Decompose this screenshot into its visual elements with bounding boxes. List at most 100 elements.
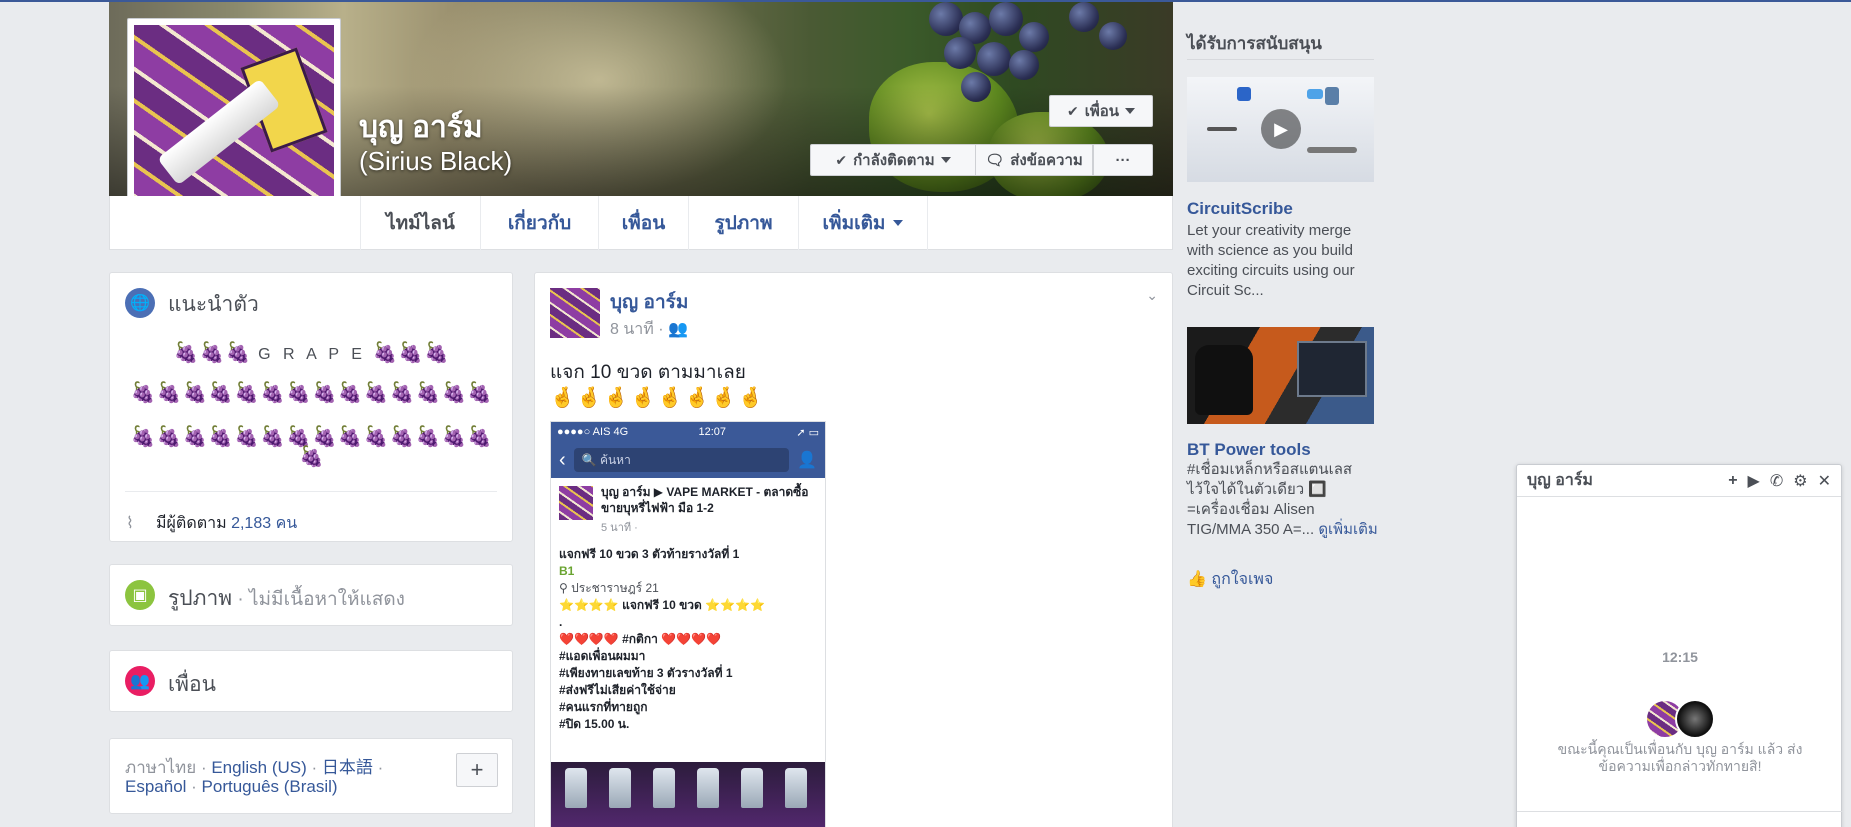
tab-label: เพื่อน (621, 213, 666, 234)
ad-title[interactable]: CircuitScribe (1187, 199, 1293, 219)
profile-nav: ไทม์ไลน์ เกี่ยวกับ เพื่อน รูปภาพ เพิ่มเต… (109, 196, 1173, 250)
chat-system-message: ขณะนี้คุณเป็นเพื่อนกับ บุญ อาร์ม แล้ว ส่… (1557, 741, 1803, 774)
friends-button[interactable]: ✔ เพื่อน (1049, 95, 1153, 127)
avatar (559, 486, 593, 520)
embedded-line: แจกฟรี 10 ขวด 3 ตัวท้ายรางวัลที่ 1 (559, 547, 740, 561)
cover-grape (944, 37, 976, 69)
followers-number[interactable]: 2,183 คน (231, 515, 297, 532)
separator: · (196, 758, 212, 777)
close-icon[interactable]: ✕ (1818, 471, 1831, 491)
separator: · (306, 758, 322, 777)
followers-count[interactable]: มีผู้ติดตาม 2,183 คน (156, 511, 297, 536)
chevron-down-icon (1125, 108, 1135, 114)
cover-grape (1069, 2, 1099, 32)
ad-image[interactable] (1187, 327, 1374, 424)
separator: · (186, 777, 202, 796)
photos-card: ▣ รูปภาพ · ไม่มีเนื้อหาให้แสดง (109, 564, 513, 626)
clock-text: 12:07 (698, 426, 726, 438)
video-call-icon[interactable]: ▶ (1748, 471, 1760, 491)
profile-picture-image (134, 25, 334, 225)
post-image[interactable]: ●●●●○ AIS 4G 12:07 ➚ ▭ ‹ 🔍 ค้นหา 👤 บุญ อ… (550, 421, 826, 827)
chat-header[interactable]: บุญ อาร์ม + ▶ ✆ ⚙ ✕ (1517, 465, 1841, 497)
language-link[interactable]: English (US) (211, 758, 306, 777)
audience-friends-icon[interactable]: 👥 (668, 321, 688, 338)
cover-grape (929, 2, 963, 36)
message-icon: 🗨 (985, 152, 1005, 169)
welding-machine-shape (1297, 341, 1367, 397)
friends-icon: 👥 (125, 666, 155, 696)
message-button[interactable]: 🗨 ส่งข้อความ (975, 144, 1093, 176)
add-language-button[interactable]: + (456, 753, 498, 787)
avatar[interactable] (550, 288, 600, 338)
embedded-line: . (559, 615, 563, 629)
check-icon: ✔ (1066, 102, 1079, 119)
see-more-link[interactable]: ดูเพิ่มเติม (1318, 521, 1377, 538)
post-time[interactable]: 8 นาที · (610, 321, 664, 338)
tab-friends[interactable]: เพื่อน (598, 196, 688, 250)
friends-title[interactable]: เพื่อน (168, 668, 216, 701)
tab-more[interactable]: เพิ่มเติม (798, 196, 928, 250)
photos-empty: · ไม่มีเนื้อหาให้แสดง (232, 589, 405, 610)
intro-card: 🌐 แนะนำตัว 🍇🍇🍇 G R A P E 🍇🍇🍇 🍇🍇🍇🍇🍇🍇🍇🍇🍇🍇🍇… (109, 272, 513, 542)
phone-search-field: 🔍 ค้นหา (573, 448, 790, 472)
globe-icon: 🌐 (125, 288, 155, 318)
tab-photos[interactable]: รูปภาพ (688, 196, 798, 250)
status-icons: ➚ ▭ (796, 426, 819, 439)
tab-label: รูปภาพ (714, 213, 773, 234)
phone-icon[interactable]: ✆ (1770, 471, 1783, 491)
embedded-line: #เพียงทายเลขท้าย 3 ตัวรางวัลที่ 1 (559, 666, 733, 680)
embedded-location: ⚲ ประชาราษฎร์ 21 (559, 581, 659, 595)
tab-timeline[interactable]: ไทม์ไลน์ (360, 196, 480, 250)
post-author[interactable]: บุญ อาร์ม (610, 287, 688, 317)
component-shape (1237, 87, 1251, 101)
profile-alternate-name: (Sirius Black) (359, 146, 513, 176)
more-icon: ··· (1115, 151, 1131, 169)
person-list-icon: 👤 (797, 452, 817, 469)
followers-prefix: มีผู้ติดตาม (156, 515, 227, 532)
post-text: แจก 10 ขวด ตามมาเลย (550, 362, 746, 383)
avatar (1675, 699, 1715, 739)
ad-text[interactable]: #เชื่อมเหล็กหรือสแตนเลส ไว้ใจได้ในตัวเดี… (1187, 460, 1379, 540)
cover-grape (977, 42, 1011, 76)
profile-name[interactable]: บุญ อาร์ม (359, 104, 483, 151)
component-shape (1325, 87, 1339, 105)
following-button[interactable]: ✔ กำลังติดตาม (810, 144, 975, 176)
embedded-line: #แอดเพื่อนผมมา (559, 649, 646, 663)
tab-about[interactable]: เกี่ยวกับ (480, 196, 598, 250)
phone-search-bar: ‹ 🔍 ค้นหา 👤 (551, 442, 825, 478)
ad-title[interactable]: BT Power tools (1187, 440, 1311, 460)
bottle-shape (609, 768, 631, 808)
bio-word: G R A P E (258, 346, 366, 363)
following-button-label: กำลังติดตาม (853, 152, 935, 169)
embedded-line: ⭐⭐⭐⭐ แจกฟรี 10 ขวด ⭐⭐⭐⭐ (559, 598, 765, 612)
gear-icon[interactable]: ⚙ (1793, 471, 1807, 491)
carrier-text: ●●●●○ AIS 4G (557, 426, 629, 438)
add-icon[interactable]: + (1728, 472, 1737, 490)
embedded-line: #ส่งฟรีไม่เสียค่าใช้จ่าย (559, 683, 676, 697)
embedded-post-time: 5 นาที · (601, 522, 638, 534)
rss-icon: ⌇ (126, 515, 134, 532)
search-placeholder: ค้นหา (599, 452, 631, 467)
current-language: ภาษาไทย (125, 758, 197, 777)
play-icon[interactable]: ▶ (1261, 109, 1301, 149)
chat-name[interactable]: บุญ อาร์ม (1527, 468, 1718, 493)
bottle-shape (157, 78, 281, 186)
language-link[interactable]: Español (125, 777, 186, 796)
more-options-button[interactable]: ··· (1093, 144, 1153, 176)
friends-card: 👥 เพื่อน (109, 650, 513, 712)
photos-title[interactable]: รูปภาพ (168, 587, 232, 610)
language-link[interactable]: 日本語 (322, 758, 373, 777)
language-card: ภาษาไทย · English (US) · 日本語 · Español ·… (109, 738, 513, 814)
tab-label: เพิ่มเติม (822, 213, 886, 234)
tab-label: ไทม์ไลน์ (386, 213, 455, 234)
chevron-down-icon[interactable]: ⌄ (1146, 287, 1158, 304)
bio-emoji: 🍇🍇🍇 (173, 342, 252, 364)
embedded-line: ❤️❤️❤️❤️ #กติกา ❤️❤️❤️❤️ (559, 632, 721, 646)
bio-line: 🍇🍇🍇🍇🍇🍇🍇🍇🍇🍇🍇🍇🍇🍇 (130, 382, 494, 404)
welding-mask-shape (1195, 345, 1253, 415)
language-link[interactable]: Português (Brasil) (202, 777, 338, 796)
ad-image[interactable]: ▶ (1187, 77, 1374, 182)
component-shape (1307, 89, 1323, 99)
like-page-button[interactable]: 👍 ถูกใจเพจ (1187, 567, 1273, 592)
ad-text[interactable]: Let your creativity merge with science a… (1187, 221, 1379, 301)
